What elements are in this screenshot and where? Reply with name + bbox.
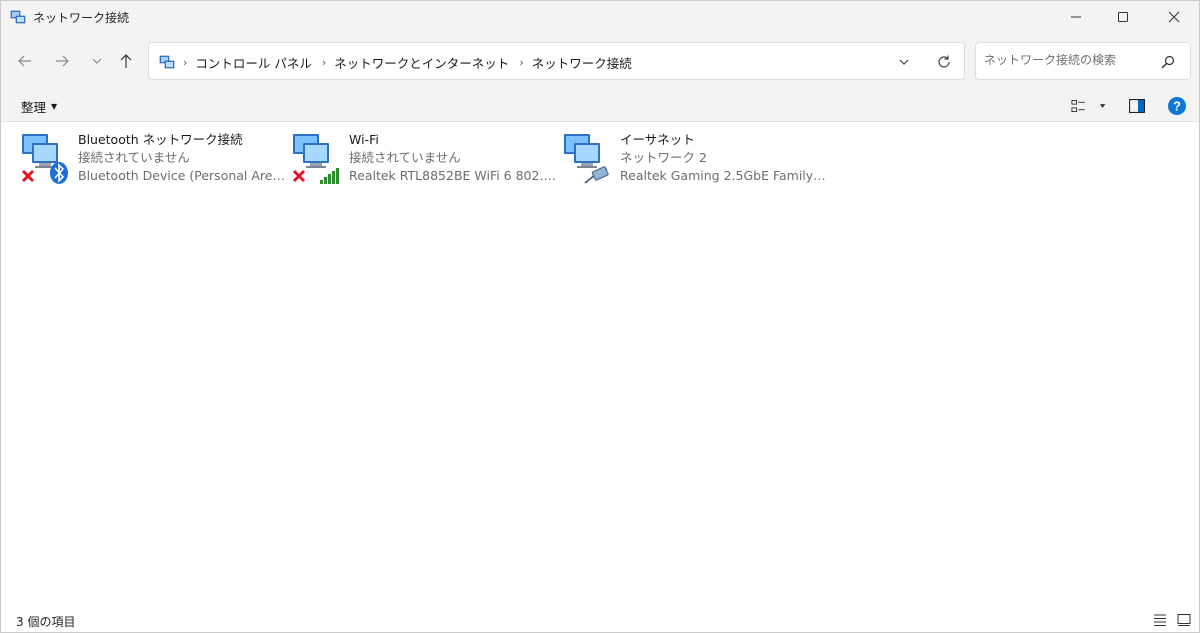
ethernet-network-icon bbox=[564, 134, 609, 184]
connection-name: イーサネット bbox=[620, 132, 695, 147]
breadcrumb: › コントロール パネル › ネットワークとインターネット › ネットワーク接続 bbox=[183, 53, 642, 72]
organize-label: 整理 bbox=[21, 100, 47, 115]
close-button[interactable] bbox=[1151, 1, 1197, 33]
details-view-icon[interactable] bbox=[1152, 613, 1168, 627]
connection-device: Realtek RTL8852BE WiFi 6 802.11a... bbox=[349, 168, 557, 183]
arrow-up-icon bbox=[120, 54, 132, 68]
title-bar[interactable]: ネットワーク接続 bbox=[1, 1, 1199, 33]
connection-item-bluetooth[interactable]: Bluetooth ネットワーク接続 接続されていません Bluetooth D… bbox=[21, 131, 286, 187]
chevron-right-icon[interactable]: › bbox=[322, 56, 326, 69]
chevron-right-icon[interactable]: › bbox=[519, 56, 523, 69]
bluetooth-network-icon bbox=[21, 134, 68, 184]
connection-text: Bluetooth ネットワーク接続 接続されていません Bluetooth D… bbox=[78, 131, 286, 185]
preview-pane-icon bbox=[1129, 99, 1145, 113]
chevron-right-icon[interactable]: › bbox=[183, 56, 187, 69]
connection-item-wifi[interactable]: Wi-Fi 接続されていません Realtek RTL8852BE WiFi 6… bbox=[292, 131, 557, 187]
caret-down-icon: ▼ bbox=[51, 102, 58, 111]
up-button[interactable] bbox=[112, 49, 140, 73]
view-options-icon bbox=[1071, 100, 1085, 112]
arrow-right-icon bbox=[56, 55, 69, 67]
address-bar[interactable]: › コントロール パネル › ネットワークとインターネット › ネットワーク接続 bbox=[148, 42, 965, 80]
refresh-button[interactable] bbox=[933, 52, 955, 72]
connection-item-ethernet[interactable]: イーサネット ネットワーク 2 Realtek Gaming 2.5GbE Fa… bbox=[563, 131, 828, 187]
maximize-icon bbox=[1118, 12, 1128, 22]
connection-status: ネットワーク 2 bbox=[620, 150, 707, 165]
svg-text:?: ? bbox=[1173, 99, 1181, 114]
explorer-window: ネットワーク接続 › コントロール パネル › ネットワークとインターネット ›… bbox=[0, 0, 1200, 633]
back-button[interactable] bbox=[11, 49, 39, 73]
preview-pane-button[interactable] bbox=[1127, 96, 1147, 116]
connection-status: 接続されていません bbox=[349, 150, 461, 165]
connection-status: 接続されていません bbox=[78, 150, 190, 165]
connection-name: Wi-Fi bbox=[349, 132, 379, 147]
command-bar: 整理 ▼ ? bbox=[1, 89, 1199, 122]
help-icon[interactable]: ? bbox=[1167, 96, 1187, 116]
breadcrumb-network-connections[interactable]: ネットワーク接続 bbox=[532, 53, 632, 72]
control-panel-icon bbox=[159, 55, 175, 69]
minimize-button[interactable] bbox=[1053, 1, 1099, 33]
search-box[interactable] bbox=[975, 42, 1191, 80]
breadcrumb-control-panel[interactable]: コントロール パネル bbox=[195, 53, 311, 72]
connection-name: Bluetooth ネットワーク接続 bbox=[78, 132, 243, 147]
window-title: ネットワーク接続 bbox=[33, 11, 130, 25]
large-icons-view-icon[interactable] bbox=[1176, 613, 1192, 627]
forward-button[interactable] bbox=[48, 49, 76, 73]
maximize-button[interactable] bbox=[1100, 1, 1146, 33]
status-bar: 3 個の項目 bbox=[1, 606, 1199, 632]
close-icon bbox=[1168, 11, 1180, 23]
change-view-button[interactable] bbox=[1071, 96, 1107, 116]
caret-down-icon bbox=[1099, 104, 1106, 108]
organize-menu-button[interactable]: 整理 ▼ bbox=[21, 97, 57, 116]
search-icon[interactable] bbox=[1160, 54, 1176, 70]
search-input[interactable] bbox=[984, 53, 1154, 67]
wifi-network-icon bbox=[292, 134, 339, 184]
connection-text: イーサネット ネットワーク 2 Realtek Gaming 2.5GbE Fa… bbox=[620, 131, 828, 185]
item-count: 3 個の項目 bbox=[16, 615, 76, 629]
chevron-down-icon bbox=[92, 58, 102, 64]
connections-list[interactable]: Bluetooth ネットワーク接続 接続されていません Bluetooth D… bbox=[1, 123, 1199, 603]
navigation-bar: › コントロール パネル › ネットワークとインターネット › ネットワーク接続 bbox=[1, 33, 1199, 89]
arrow-left-icon bbox=[18, 55, 31, 67]
refresh-icon bbox=[938, 55, 950, 68]
chevron-down-icon bbox=[899, 59, 909, 65]
network-connections-icon bbox=[10, 10, 26, 24]
connection-device: Bluetooth Device (Personal Area ... bbox=[78, 168, 286, 183]
breadcrumb-network-internet[interactable]: ネットワークとインターネット bbox=[334, 53, 509, 72]
recent-locations-button[interactable] bbox=[83, 49, 111, 73]
address-history-button[interactable] bbox=[893, 53, 915, 71]
connection-device: Realtek Gaming 2.5GbE Family Co... bbox=[620, 168, 828, 183]
minimize-icon bbox=[1071, 16, 1081, 18]
connection-text: Wi-Fi 接続されていません Realtek RTL8852BE WiFi 6… bbox=[349, 131, 557, 185]
